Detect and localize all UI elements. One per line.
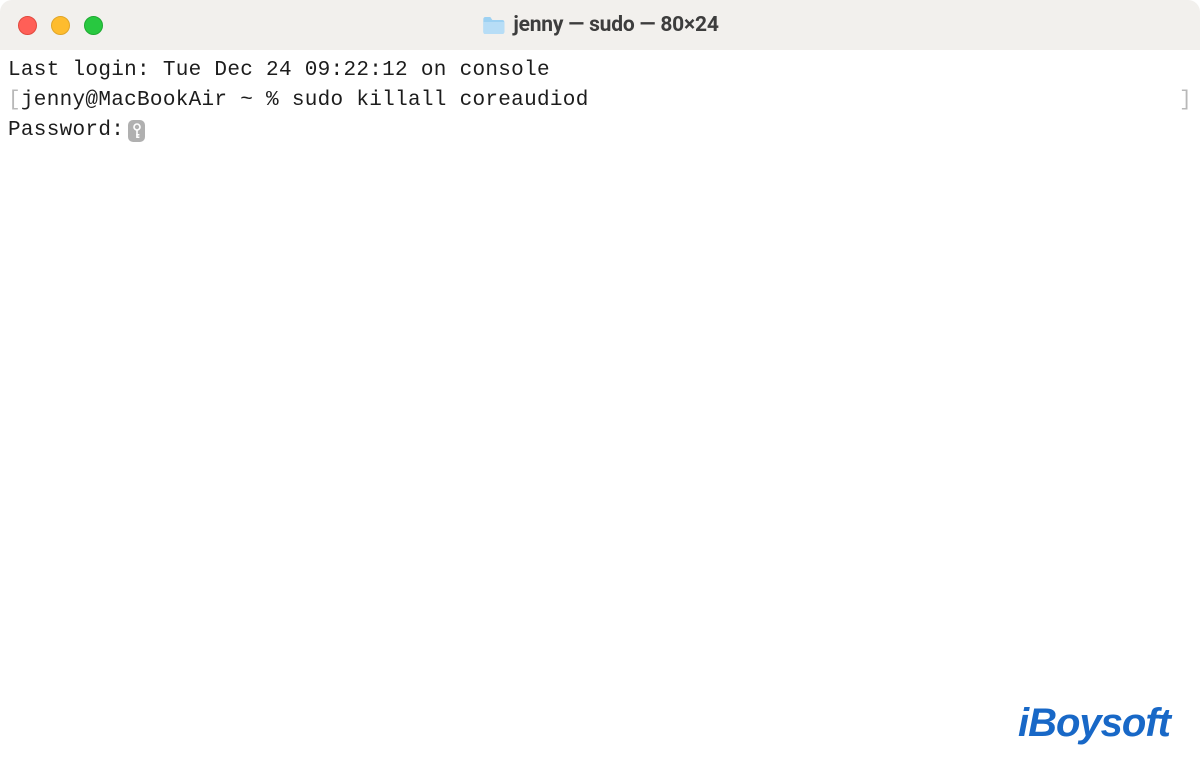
prompt-left-bracket: [ [8, 89, 21, 112]
watermark-logo: iBoysoft [1018, 695, 1170, 752]
folder-icon [481, 15, 505, 35]
terminal-window: jenny — sudo — 80×24 Last login: Tue Dec… [0, 0, 1200, 774]
terminal-line-command: [jenny@MacBookAir ~ % sudo killall corea… [8, 86, 1192, 116]
key-icon [128, 120, 145, 142]
window-title-container: jenny — sudo — 80×24 [481, 13, 718, 37]
traffic-lights [18, 16, 103, 35]
terminal-line-last-login: Last login: Tue Dec 24 09:22:12 on conso… [8, 56, 1192, 86]
maximize-button[interactable] [84, 16, 103, 35]
terminal-body[interactable]: Last login: Tue Dec 24 09:22:12 on conso… [0, 50, 1200, 774]
window-title: jenny — sudo — 80×24 [513, 13, 718, 37]
titlebar[interactable]: jenny — sudo — 80×24 [0, 0, 1200, 50]
close-button[interactable] [18, 16, 37, 35]
prompt-right-bracket: ] [1179, 86, 1192, 116]
command-text: jenny@MacBookAir ~ % sudo killall coreau… [21, 89, 589, 112]
password-label: Password: [8, 116, 124, 146]
minimize-button[interactable] [51, 16, 70, 35]
terminal-line-password: Password: [8, 116, 1192, 146]
